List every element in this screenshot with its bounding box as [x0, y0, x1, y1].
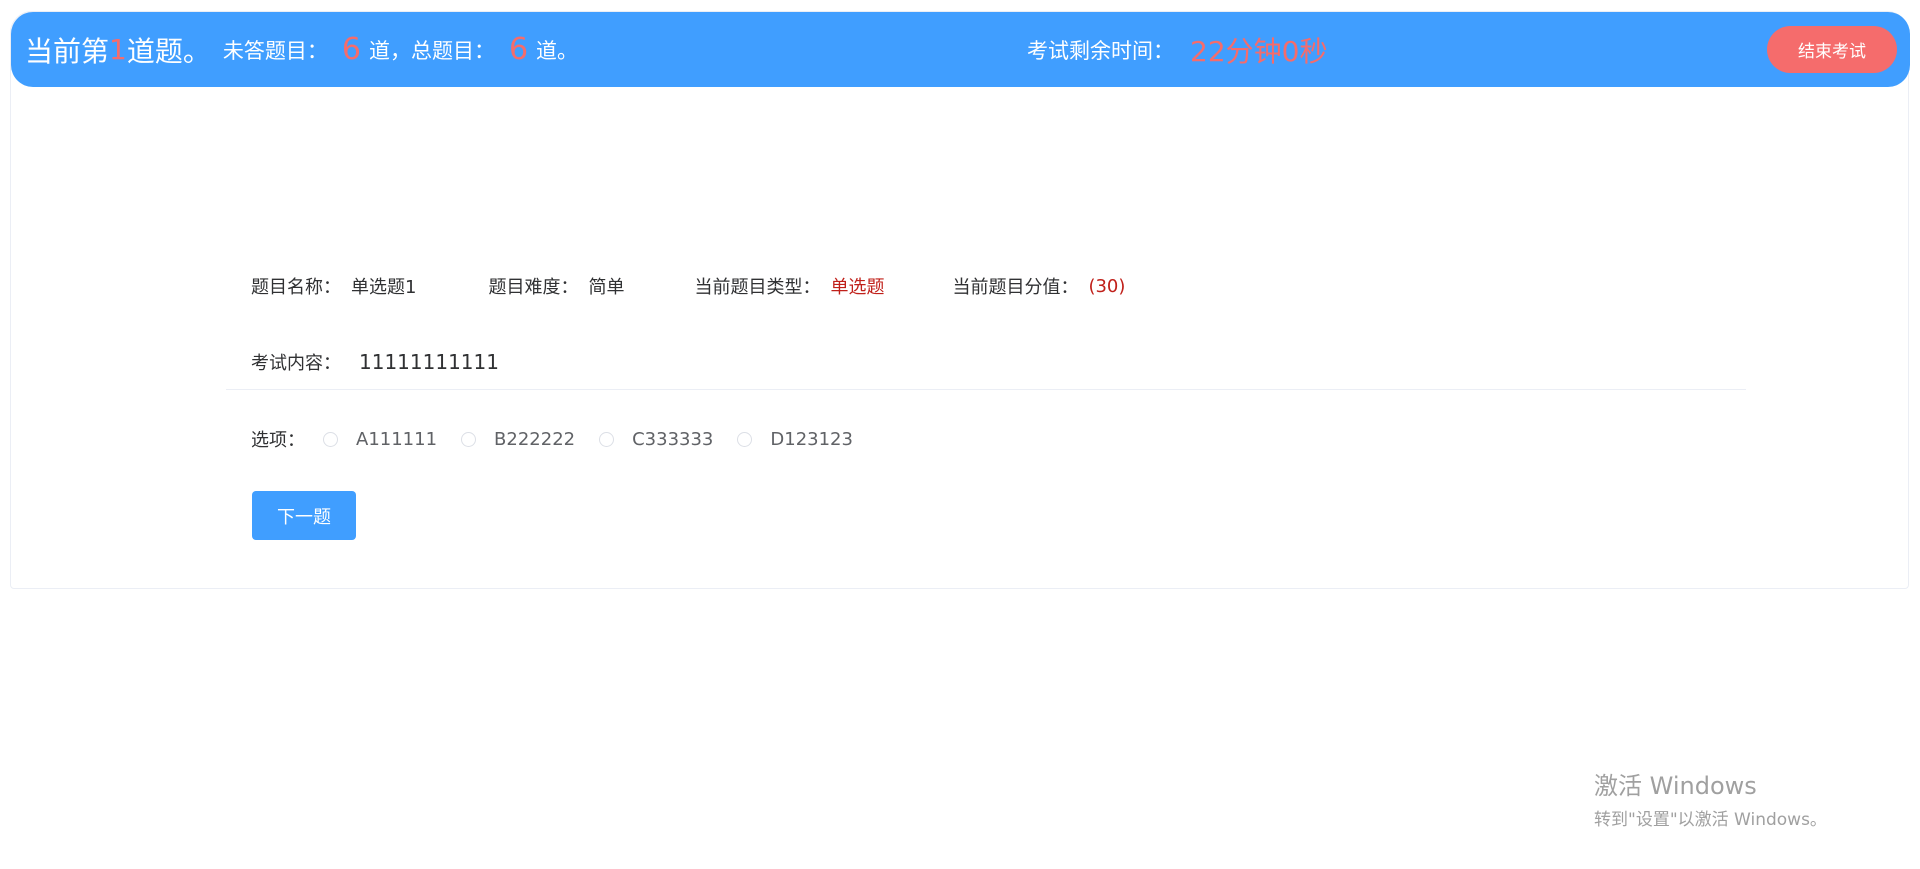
watermark-subtitle: 转到"设置"以激活 Windows。 — [1594, 810, 1827, 830]
difficulty-label: 题目难度： — [488, 277, 579, 298]
option-label: D123123 — [770, 428, 853, 450]
option-a[interactable]: A111111 — [323, 429, 437, 450]
option-b[interactable]: B222222 — [461, 429, 575, 450]
next-question-button[interactable]: 下一题 — [252, 491, 356, 540]
total-count: 6 — [508, 32, 529, 67]
options-row: 选项： A111111 B222222 C333333 D123123 — [251, 424, 877, 454]
timer-label: 考试剩余时间： — [1027, 38, 1174, 63]
radio-icon[interactable] — [599, 431, 615, 447]
difficulty-value: 简单 — [588, 277, 625, 298]
unanswered-label: 未答题目： — [222, 38, 328, 63]
question-name-label: 题目名称： — [251, 277, 341, 298]
radio-icon[interactable] — [323, 431, 338, 447]
question-name-value: 单选题1 — [351, 277, 417, 298]
unanswered-count: 6 — [341, 32, 361, 67]
exam-timer: 考试剩余时间： 22分钟0秒 — [1027, 12, 1327, 87]
question-type-label: 当前题目类型： — [694, 277, 821, 298]
end-exam-button[interactable]: 结束考试 — [1767, 26, 1897, 73]
current-question-prefix: 当前第 — [25, 34, 110, 68]
radio-icon[interactable] — [461, 431, 477, 447]
divider — [226, 389, 1746, 390]
question-type-value: 单选题 — [830, 277, 885, 298]
windows-activation-watermark: 激活 Windows 转到"设置"以激活 Windows。 — [1594, 766, 1827, 830]
option-label: A111111 — [356, 428, 438, 450]
options-label: 选项： — [251, 430, 305, 451]
total-suffix: 道。 — [536, 38, 579, 63]
current-question-number: 1 — [109, 33, 127, 66]
content-label: 考试内容： — [251, 353, 341, 374]
exam-header: 当前第 1 道题。 未答题目： 6 道， 总题目： 6 道。 考试剩余时间： 2… — [11, 12, 1910, 87]
watermark-title: 激活 Windows — [1594, 772, 1757, 800]
question-info-row: 题目名称： 单选题1 题目难度： 简单 当前题目类型： 单选题 当前题目分值： … — [251, 271, 1125, 301]
question-content-row: 考试内容： 11111111111 — [251, 347, 499, 377]
option-label: C333333 — [632, 428, 714, 450]
exam-card: 当前第 1 道题。 未答题目： 6 道， 总题目： 6 道。 考试剩余时间： 2… — [10, 11, 1910, 589]
radio-icon[interactable] — [737, 431, 753, 447]
unanswered-suffix: 道， — [368, 38, 411, 63]
current-question-suffix: 道题。 — [126, 34, 211, 68]
content-value: 11111111111 — [359, 350, 499, 374]
progress-summary: 当前第 1 道题。 未答题目： 6 道， 总题目： 6 道。 — [25, 12, 578, 87]
option-label: B222222 — [494, 428, 576, 450]
option-d[interactable]: D123123 — [737, 429, 853, 450]
timer-value: 22分钟0秒 — [1190, 34, 1328, 68]
question-score-label: 当前题目分值： — [952, 277, 1079, 298]
option-c[interactable]: C333333 — [599, 429, 713, 450]
total-label: 总题目： — [410, 38, 495, 63]
question-score-value: (30) — [1088, 275, 1126, 297]
